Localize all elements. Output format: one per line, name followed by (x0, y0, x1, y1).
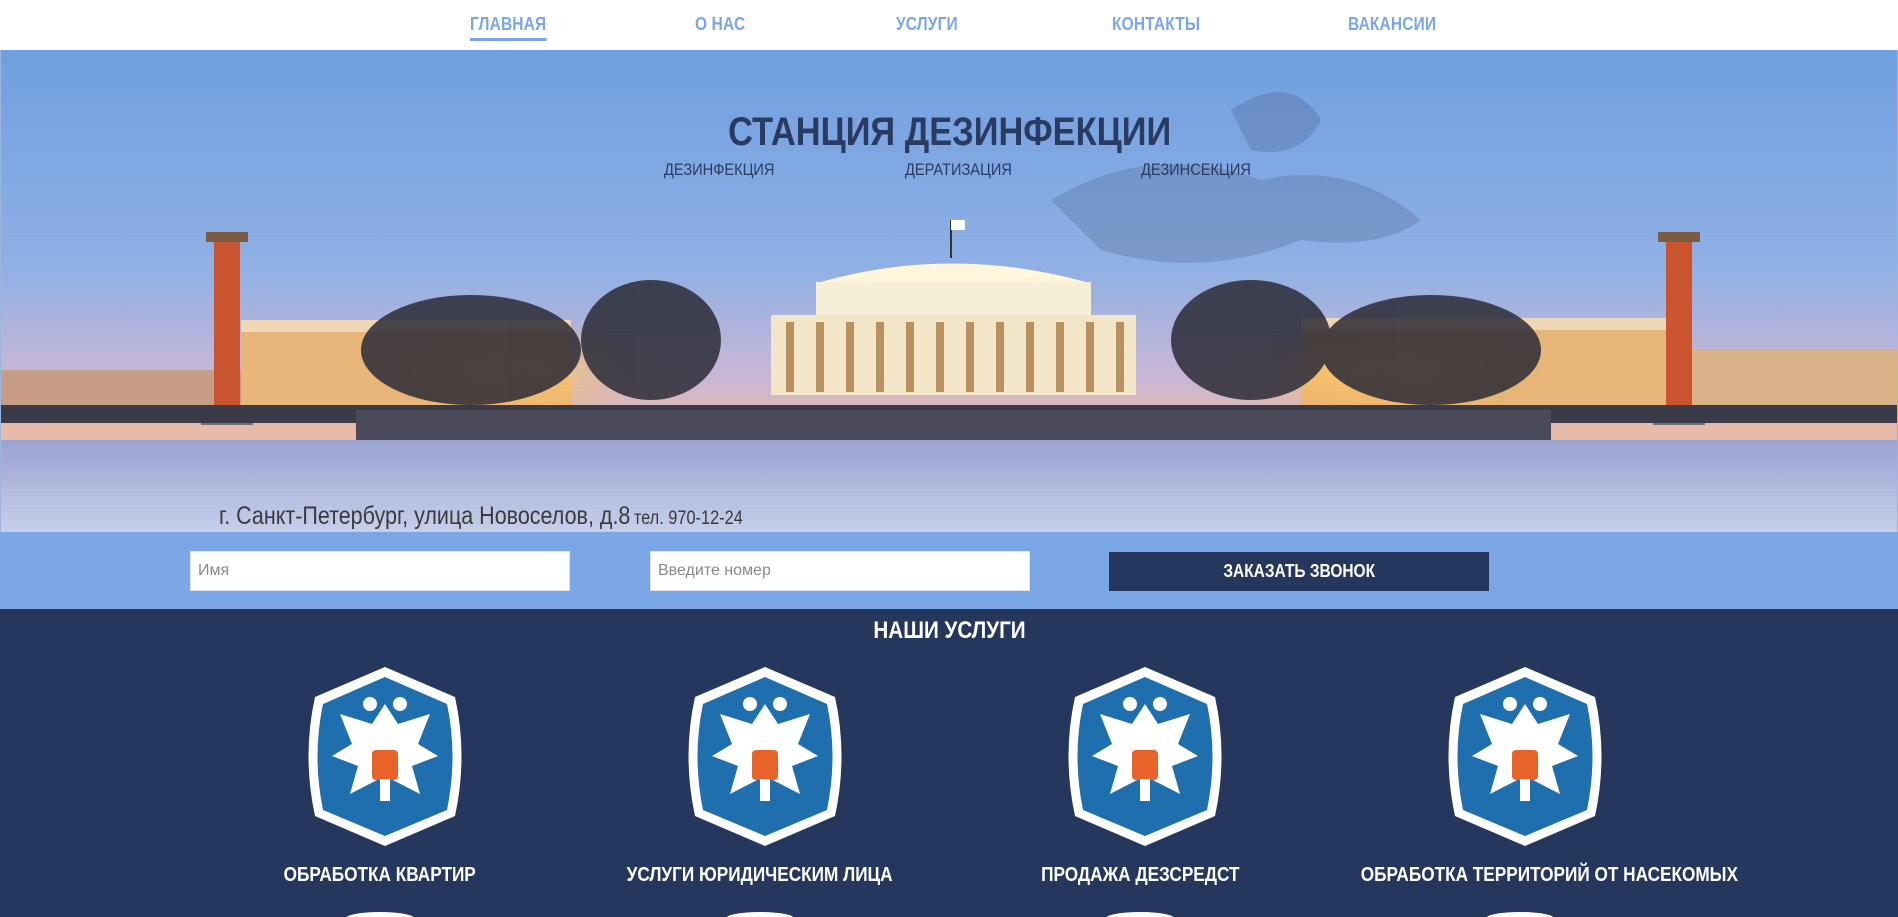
coat-of-arms-icon (308, 667, 462, 846)
next-row-emblem-top (725, 912, 795, 917)
next-row-emblem-top (1485, 912, 1555, 917)
phone-input[interactable] (650, 551, 1030, 591)
phone-text: тел. 970-12-24 (633, 508, 743, 529)
order-call-button[interactable]: ЗАКАЗАТЬ ЗВОНОК (1109, 552, 1489, 591)
coat-of-arms-icon (1448, 667, 1602, 846)
nav-link-home[interactable]: ГЛАВНАЯ (470, 14, 547, 41)
next-row-emblem-top (1105, 912, 1175, 917)
service-label: УСЛУГИ ЮРИДИЧЕСКИМ ЛИЦА (627, 864, 893, 886)
coat-of-arms-icon (1068, 667, 1222, 846)
nav-link-vacancies[interactable]: ВАКАНСИИ (1348, 14, 1436, 35)
hero-subtitle-disinfection: ДЕЗИНФЕКЦИЯ (664, 160, 775, 179)
service-label: ОБРАБОТКА ТЕРРИТОРИЙ ОТ НАСЕКОМЫХ (1360, 864, 1738, 886)
hero-banner: СТАНЦИЯ ДЕЗИНФЕКЦИИ ДЕЗИНФЕКЦИЯ ДЕРАТИЗА… (0, 50, 1898, 532)
hero-subtitle-deratization: ДЕРАТИЗАЦИЯ (905, 160, 1012, 179)
top-navigation: ГЛАВНАЯ О НАС УСЛУГИ КОНТАКТЫ ВАКАНСИИ (0, 0, 1898, 50)
nav-link-about[interactable]: О НАС (695, 14, 745, 35)
nav-link-services[interactable]: УСЛУГИ (896, 14, 958, 35)
hero-subtitle-disinsection: ДЕЗИНСЕКЦИЯ (1141, 160, 1251, 179)
coat-of-arms-icon (688, 667, 842, 846)
service-label: ОБРАБОТКА КВАРТИР (283, 864, 477, 886)
service-label: ПРОДАЖА ДЕЗСРЕДСТ (1040, 864, 1240, 886)
hero-address: г. Санкт-Петербург, улица Новоселов, д.8… (219, 502, 743, 531)
services-section: НАШИ УСЛУГИ ОБРАБОТКА КВАРТИР УСЛУГИ ЮРИ… (0, 609, 1898, 917)
callback-form: ЗАКАЗАТЬ ЗВОНОК (0, 532, 1898, 609)
name-input[interactable] (190, 551, 570, 591)
hero-title: СТАНЦИЯ ДЕЗИНФЕКЦИИ (728, 110, 1172, 154)
address-text: г. Санкт-Петербург, улица Новоселов, д.8 (219, 502, 631, 530)
services-title: НАШИ УСЛУГИ (872, 617, 1026, 644)
nav-link-contacts[interactable]: КОНТАКТЫ (1112, 14, 1200, 35)
next-row-emblem-top (345, 912, 415, 917)
